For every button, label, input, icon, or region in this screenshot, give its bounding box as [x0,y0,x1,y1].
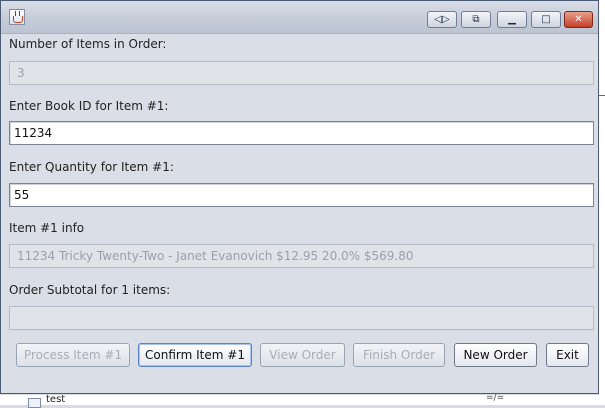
book-id-input[interactable]: 11234 [9,121,594,145]
item-info-field: 11234 Tricky Twenty-Two - Janet Evanovic… [9,244,594,268]
items-count-label: Number of Items in Order: [9,37,167,51]
new-order-button[interactable]: New Order [454,343,537,367]
java-cup-icon [9,9,25,25]
exit-button[interactable]: Exit [546,343,589,367]
maximize-button[interactable]: □ [531,11,561,28]
subtotal-label: Order Subtotal for 1 items: [9,283,171,297]
background-area: test =/= [0,393,605,408]
title-bar[interactable]: ◁▷ ⧉ ▁ □ ✕ [1,1,598,34]
order-window: ◁▷ ⧉ ▁ □ ✕ Number of Items in Order: 3 E… [0,0,599,394]
background-divider [599,95,605,96]
finish-order-button[interactable]: Finish Order [353,343,445,367]
quantity-label: Enter Quantity for Item #1: [9,160,174,174]
minimize-button[interactable]: ▁ [497,11,527,28]
arrows-button[interactable]: ◁▷ [427,11,457,28]
item-info-label: Item #1 info [9,221,85,235]
confirm-item-button[interactable]: Confirm Item #1 [138,343,252,367]
background-fragment: =/= [486,393,505,403]
quantity-input[interactable]: 55 [9,183,594,207]
background-window-edge [599,0,605,405]
process-item-button[interactable]: Process Item #1 [16,343,130,367]
book-id-label: Enter Book ID for Item #1: [9,99,169,113]
subtotal-field [9,306,594,330]
background-item-label: test [46,394,66,405]
items-count-field: 3 [9,61,594,85]
folder-icon [28,398,41,408]
view-order-button[interactable]: View Order [260,343,345,367]
close-button[interactable]: ✕ [564,11,593,28]
restore-button[interactable]: ⧉ [461,11,491,28]
